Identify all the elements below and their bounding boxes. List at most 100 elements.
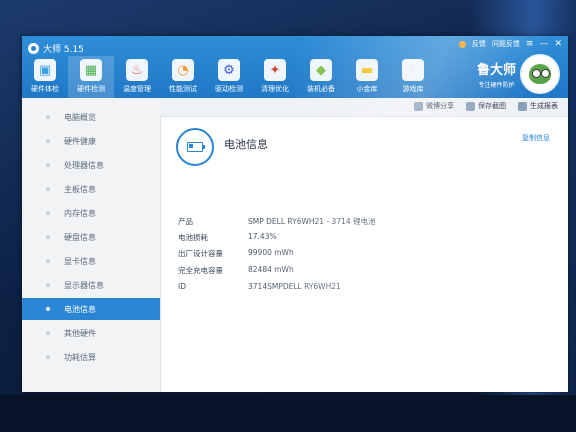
nav-item-8[interactable]: ❖ 游戏库: [390, 56, 436, 98]
sidebar-item-10[interactable]: 功耗估算: [22, 346, 160, 368]
nav-item-label: 游戏库: [402, 85, 424, 93]
sidebar-item-2[interactable]: 处理器信息: [22, 154, 160, 176]
sidebar-item-label: 电脑概览: [64, 112, 96, 122]
info-key: 电池损耗: [178, 233, 208, 242]
nav-item-label: 硬件检测: [77, 85, 105, 93]
sidebar-item-7[interactable]: 显示器信息: [22, 274, 160, 296]
nav-item-label: 硬件体检: [31, 85, 59, 93]
driver-icon: ⚙: [218, 59, 240, 81]
bullet-icon: [46, 163, 50, 167]
brand-name: 鲁大师: [476, 63, 516, 78]
monitor-icon: ▣: [34, 59, 56, 81]
action-0[interactable]: 微博分享: [414, 101, 454, 111]
nav-item-2[interactable]: ♨ 温度管理: [114, 56, 160, 98]
info-key: 产品: [178, 217, 193, 226]
sidebar-item-0[interactable]: 电脑概览: [22, 106, 160, 128]
close-button[interactable]: ✕: [554, 39, 562, 49]
cube-icon: ◆: [310, 59, 332, 81]
mascot-avatar[interactable]: [520, 54, 560, 94]
title-row: 大师 5.15: [28, 40, 84, 56]
top-bar: 大师 5.15 反馈 问题反馈 ≡ — ✕ ▣ 硬件体检 ▦ 硬件检测 ♨ 温度管理 ◔ 性能…: [22, 36, 568, 98]
action-1[interactable]: 保存截图: [466, 101, 506, 111]
bullet-icon: [46, 331, 50, 335]
report-icon: [518, 101, 527, 111]
minimize-button[interactable]: —: [539, 39, 548, 49]
nav-item-label: 驱动检测: [215, 85, 243, 93]
camera-icon: [466, 101, 475, 111]
sidebar-item-label: 显卡信息: [64, 256, 96, 266]
nav-item-label: 小金库: [356, 85, 378, 93]
window-title: 大师 5.15: [43, 44, 84, 55]
share-icon: [414, 101, 423, 111]
taskbar-area: [0, 395, 576, 432]
nav-item-0[interactable]: ▣ 硬件体检: [22, 56, 68, 98]
sidebar-item-8[interactable]: 电池信息: [22, 298, 160, 320]
copy-info-link[interactable]: 复制信息: [522, 133, 550, 143]
bullet-icon: [46, 235, 50, 239]
info-value: 82484 mWh: [248, 265, 294, 274]
broom-icon: ✦: [264, 59, 286, 81]
sidebar-item-6[interactable]: 显卡信息: [22, 250, 160, 272]
sidebar-item-3[interactable]: 主板信息: [22, 178, 160, 200]
sidebar-item-label: 硬件健康: [64, 136, 96, 146]
sidebar-item-label: 显示器信息: [64, 280, 104, 290]
sidebar-item-1[interactable]: 硬件健康: [22, 130, 160, 152]
nav-item-label: 温度管理: [123, 85, 151, 93]
brand-area: 鲁大师 专注硬件防护: [477, 52, 560, 96]
sidebar-item-label: 内存信息: [64, 208, 96, 218]
nav-item-1[interactable]: ▦ 硬件检测: [68, 56, 114, 98]
nav-item-3[interactable]: ◔ 性能测试: [160, 56, 206, 98]
nav-item-label: 清理优化: [261, 85, 289, 93]
bullet-icon: [46, 307, 50, 311]
sidebar-item-9[interactable]: 其他硬件: [22, 322, 160, 344]
bullet-icon: [46, 355, 50, 359]
thermometer-icon: ♨: [126, 59, 148, 81]
gamepad-icon: ❖: [402, 59, 424, 81]
bullet-icon: [46, 139, 50, 143]
nav-item-7[interactable]: ▬ 小金库: [344, 56, 390, 98]
sidebar-item-label: 硬盘信息: [64, 232, 96, 242]
problem-feedback-link[interactable]: 问题反馈: [492, 39, 520, 49]
info-value: 99900 mWh: [248, 248, 294, 257]
feedback-link[interactable]: 反馈: [472, 39, 486, 49]
bullet-icon: [46, 187, 50, 191]
feedback-icon[interactable]: [458, 40, 466, 48]
bullet-icon: [46, 115, 50, 119]
sidebar-item-label: 处理器信息: [64, 160, 104, 170]
sidebar-item-5[interactable]: 硬盘信息: [22, 226, 160, 248]
action-bar: 微博分享 保存截图 生成报表: [160, 98, 568, 117]
sidebar-item-label: 电池信息: [64, 304, 96, 314]
gold-icon: ▬: [356, 59, 378, 81]
bullet-icon: [46, 283, 50, 287]
action-label: 保存截图: [478, 102, 506, 110]
info-value: 17.43%: [248, 232, 277, 241]
info-value: SMP DELL RY6WH21 - 3714 锂电池: [248, 217, 376, 226]
action-label: 微博分享: [426, 102, 454, 110]
title-tools: 反馈 问题反馈 ≡ — ✕: [458, 39, 562, 49]
battery-icon: [176, 128, 214, 166]
action-2[interactable]: 生成报表: [518, 101, 558, 111]
bullet-icon: [46, 259, 50, 263]
bullet-icon: [46, 211, 50, 215]
chip-icon: ▦: [80, 59, 102, 81]
app-logo-icon: [28, 42, 39, 54]
nav-item-5[interactable]: ✦ 清理优化: [252, 56, 298, 98]
info-key: 完全充电容量: [178, 266, 223, 275]
info-key: ID: [178, 282, 186, 291]
sidebar-item-4[interactable]: 内存信息: [22, 202, 160, 224]
nav-item-label: 性能测试: [169, 85, 197, 93]
info-key: 出厂设计容量: [178, 249, 223, 258]
sidebar: 电脑概览硬件健康处理器信息主板信息内存信息硬盘信息显卡信息显示器信息电池信息其他…: [22, 98, 161, 392]
info-value: 3714SMPDELL RY6WH21: [248, 282, 341, 291]
nav-item-label: 装机必备: [307, 85, 335, 93]
nav-item-6[interactable]: ◆ 装机必备: [298, 56, 344, 98]
brand-slogan: 专注硬件防护: [478, 82, 515, 89]
action-list: 微博分享 保存截图 生成报表: [414, 101, 558, 111]
menu-button[interactable]: ≡: [526, 39, 534, 49]
main-panel: 电池信息 复制信息 产品 SMP DELL RY6WH21 - 3714 锂电池电…: [160, 116, 568, 392]
sidebar-item-label: 主板信息: [64, 184, 96, 194]
nav-item-4[interactable]: ⚙ 驱动检测: [206, 56, 252, 98]
speedometer-icon: ◔: [172, 59, 194, 81]
main-nav: ▣ 硬件体检 ▦ 硬件检测 ♨ 温度管理 ◔ 性能测试 ⚙ 驱动检测 ✦ 清理优化 ◆ 装机必备 ▬ 小金库 ❖…: [22, 56, 436, 98]
section-title: 电池信息: [224, 138, 268, 151]
